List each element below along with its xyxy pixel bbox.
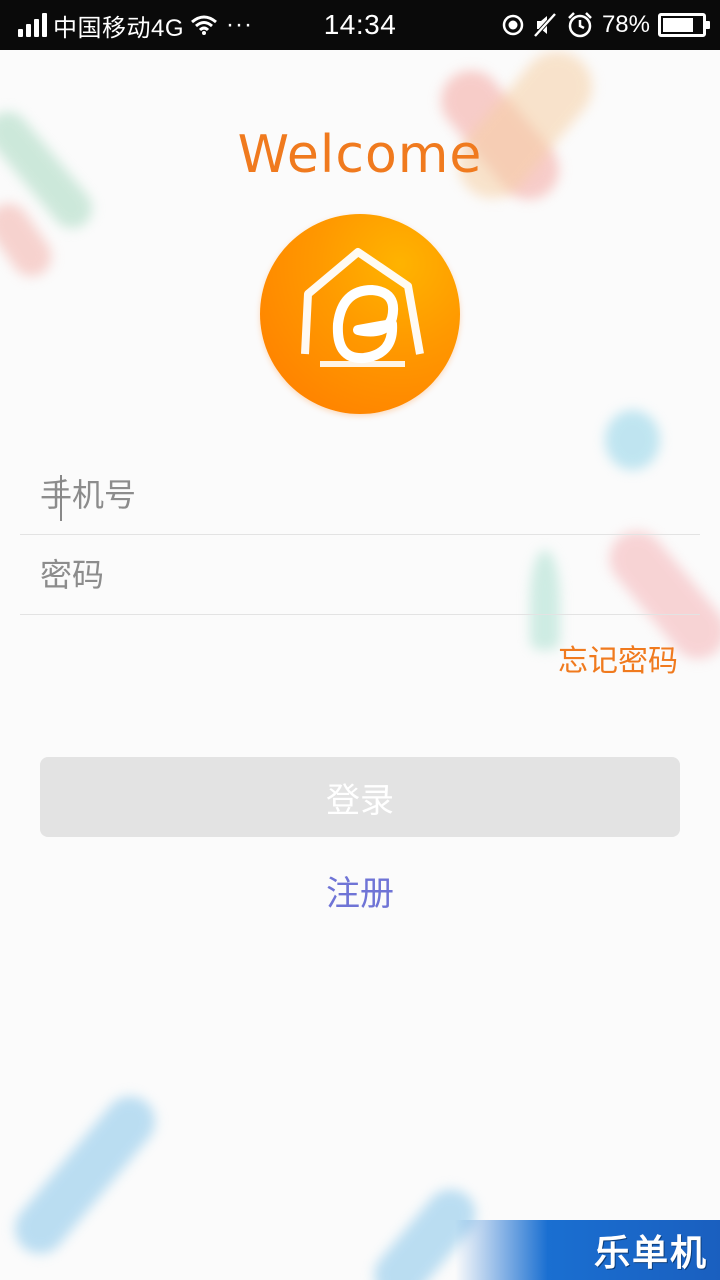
house-e-logo-icon — [301, 248, 424, 367]
register-link[interactable]: 注册 — [326, 874, 394, 914]
status-bar: 中国移动4G ··· 14:34 78% — [0, 0, 720, 50]
battery-icon — [658, 13, 710, 37]
mute-icon — [533, 12, 557, 38]
register-container: 注册 — [0, 866, 720, 915]
alarm-icon — [568, 12, 592, 38]
app-logo — [260, 214, 460, 414]
signal-icon — [18, 13, 47, 37]
text-cursor — [60, 475, 62, 521]
background-decoration — [4, 1086, 166, 1264]
welcome-title: Welcome — [237, 125, 483, 185]
watermark-text: 乐单机 — [593, 1233, 708, 1274]
watermark: 乐单机 — [455, 1220, 720, 1280]
forgot-password-link[interactable]: 忘记密码 — [558, 636, 678, 680]
more-notifications-indicator: ··· — [226, 11, 253, 38]
phone-input[interactable] — [20, 455, 700, 534]
battery-percent: 78% — [601, 11, 650, 38]
carrier-label: 中国移动4G — [53, 14, 185, 42]
location-icon — [502, 14, 524, 36]
phone-field[interactable] — [20, 455, 700, 535]
login-button[interactable]: 登录 — [40, 757, 680, 837]
password-field[interactable] — [20, 535, 700, 615]
wifi-icon — [191, 15, 217, 35]
password-input[interactable] — [20, 535, 700, 614]
